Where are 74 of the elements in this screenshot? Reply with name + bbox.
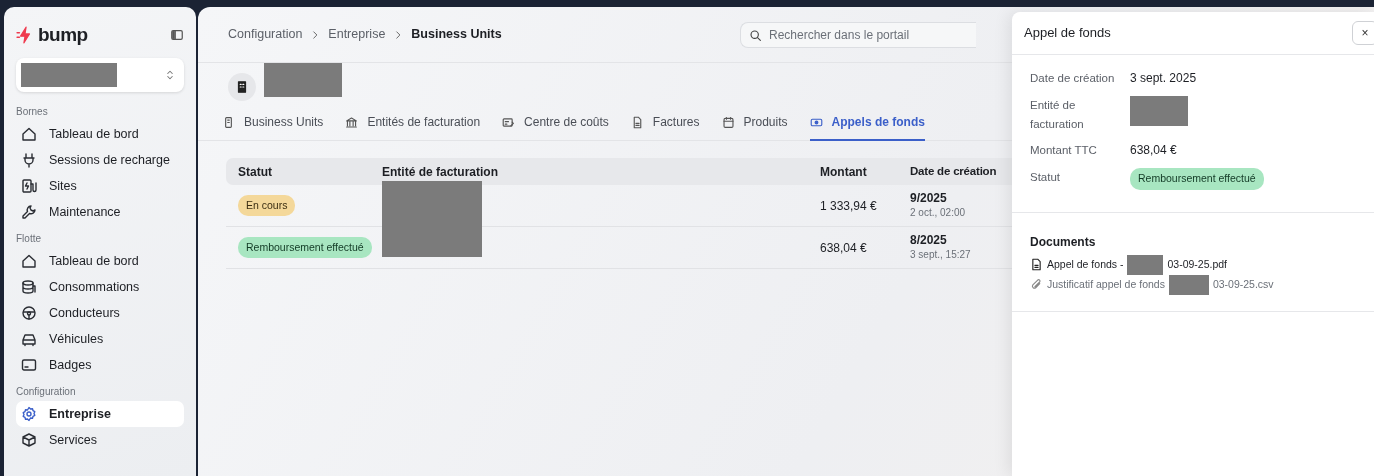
column-header: Entité de facturation xyxy=(382,163,499,181)
paperclip-icon xyxy=(1030,278,1043,292)
drawer-title: Appel de fonds xyxy=(1024,24,1111,43)
sidebar-item[interactable]: Conducteurs xyxy=(16,300,184,326)
section-heading: Flotte xyxy=(16,232,42,246)
plug-icon xyxy=(21,152,37,168)
phone-icon xyxy=(222,115,235,129)
field-value: 3 sept. 2025 xyxy=(1130,70,1197,87)
breadcrumb-link[interactable]: Configuration xyxy=(228,25,303,44)
wrench-icon xyxy=(21,204,37,220)
field-label: Montant TTC xyxy=(1030,142,1098,158)
sidebar-item[interactable]: Maintenance xyxy=(16,199,184,225)
amount-cell: 1 333,94 € xyxy=(820,198,877,213)
sidebar-item[interactable]: Entreprise xyxy=(16,401,184,427)
status-pill: Remboursement effectué xyxy=(1130,168,1264,190)
date-cell-text: 3 sept., 15:27 xyxy=(910,248,972,263)
date-cell-text: 2 oct., 02:00 xyxy=(910,206,967,221)
sidebar-item[interactable]: Tableau de bord xyxy=(16,121,184,147)
charger-icon xyxy=(21,178,37,194)
tab[interactable]: Centre de coûts xyxy=(502,107,609,141)
building-icon xyxy=(228,73,256,101)
document-link[interactable]: 03-09-25.csv xyxy=(1212,277,1274,293)
home-icon xyxy=(21,126,37,142)
tab[interactable]: Business Units xyxy=(222,107,324,141)
field-label: Entité de facturation xyxy=(1030,98,1085,132)
close-button[interactable]: × xyxy=(1352,21,1374,45)
steering-wheel-icon xyxy=(21,305,37,321)
field-label: Date de création xyxy=(1030,71,1116,86)
search-field[interactable]: Rechercher dans le portail xyxy=(740,21,976,48)
tag-card-icon xyxy=(502,115,516,129)
sidebar-item[interactable]: Sites xyxy=(16,173,184,199)
organization-selector[interactable] xyxy=(16,58,184,92)
tab[interactable]: Factures xyxy=(630,107,700,141)
sidebar-item[interactable]: Véhicules xyxy=(16,326,184,352)
sidebar-item[interactable]: Sessions de recharge xyxy=(16,147,184,173)
status-pill: Remboursement effectué xyxy=(238,236,372,259)
field-value: 638,04 € xyxy=(1130,141,1177,159)
sidebar-item[interactable]: Services xyxy=(16,427,184,453)
redacted-block xyxy=(1130,96,1188,127)
section-heading: Bornes xyxy=(16,105,49,119)
gear-icon xyxy=(21,406,37,422)
redacted-block xyxy=(1127,254,1164,275)
sidebar-toggle-icon[interactable] xyxy=(170,27,184,42)
period-cell-text: 8/2025 xyxy=(910,232,948,248)
document-link[interactable]: 03-09-25.pdf xyxy=(1167,257,1227,273)
period-cell-text: 9/2025 xyxy=(910,190,948,206)
sidebar-item[interactable]: Badges xyxy=(16,352,184,378)
document-link[interactable]: Justificatif appel de fonds xyxy=(1047,277,1165,293)
car-icon xyxy=(21,331,37,347)
section-title: Documents xyxy=(1030,233,1097,251)
document-icon xyxy=(1030,258,1043,272)
logo-text: bump xyxy=(38,25,88,44)
column-header: Montant xyxy=(820,163,868,181)
tab[interactable]: Entités de facturation xyxy=(345,107,481,141)
coins-icon xyxy=(21,279,37,295)
status-pill: En cours xyxy=(238,194,296,217)
column-header: Date de création xyxy=(910,163,994,179)
redacted-block xyxy=(1168,274,1209,295)
sidebar-item[interactable]: Tableau de bord xyxy=(16,248,184,274)
amount-cell: 638,04 € xyxy=(820,240,867,255)
tab[interactable]: Appels de fonds xyxy=(809,107,925,141)
box-icon xyxy=(21,432,37,448)
sidebar-item[interactable]: Consommations xyxy=(16,274,184,300)
document-link[interactable]: Appel de fonds - xyxy=(1047,257,1124,273)
card-icon xyxy=(21,357,37,373)
column-header: Statut xyxy=(237,163,273,181)
tab[interactable]: Produits xyxy=(721,107,788,141)
field-label: Statut xyxy=(1030,170,1062,186)
bank-icon xyxy=(345,115,359,129)
chevron-up-down-icon xyxy=(164,69,176,81)
calendar-icon xyxy=(721,115,735,129)
home-icon xyxy=(21,253,37,269)
breadcrumb-link[interactable]: Entreprise xyxy=(328,25,386,44)
section-heading: Configuration xyxy=(16,385,77,399)
